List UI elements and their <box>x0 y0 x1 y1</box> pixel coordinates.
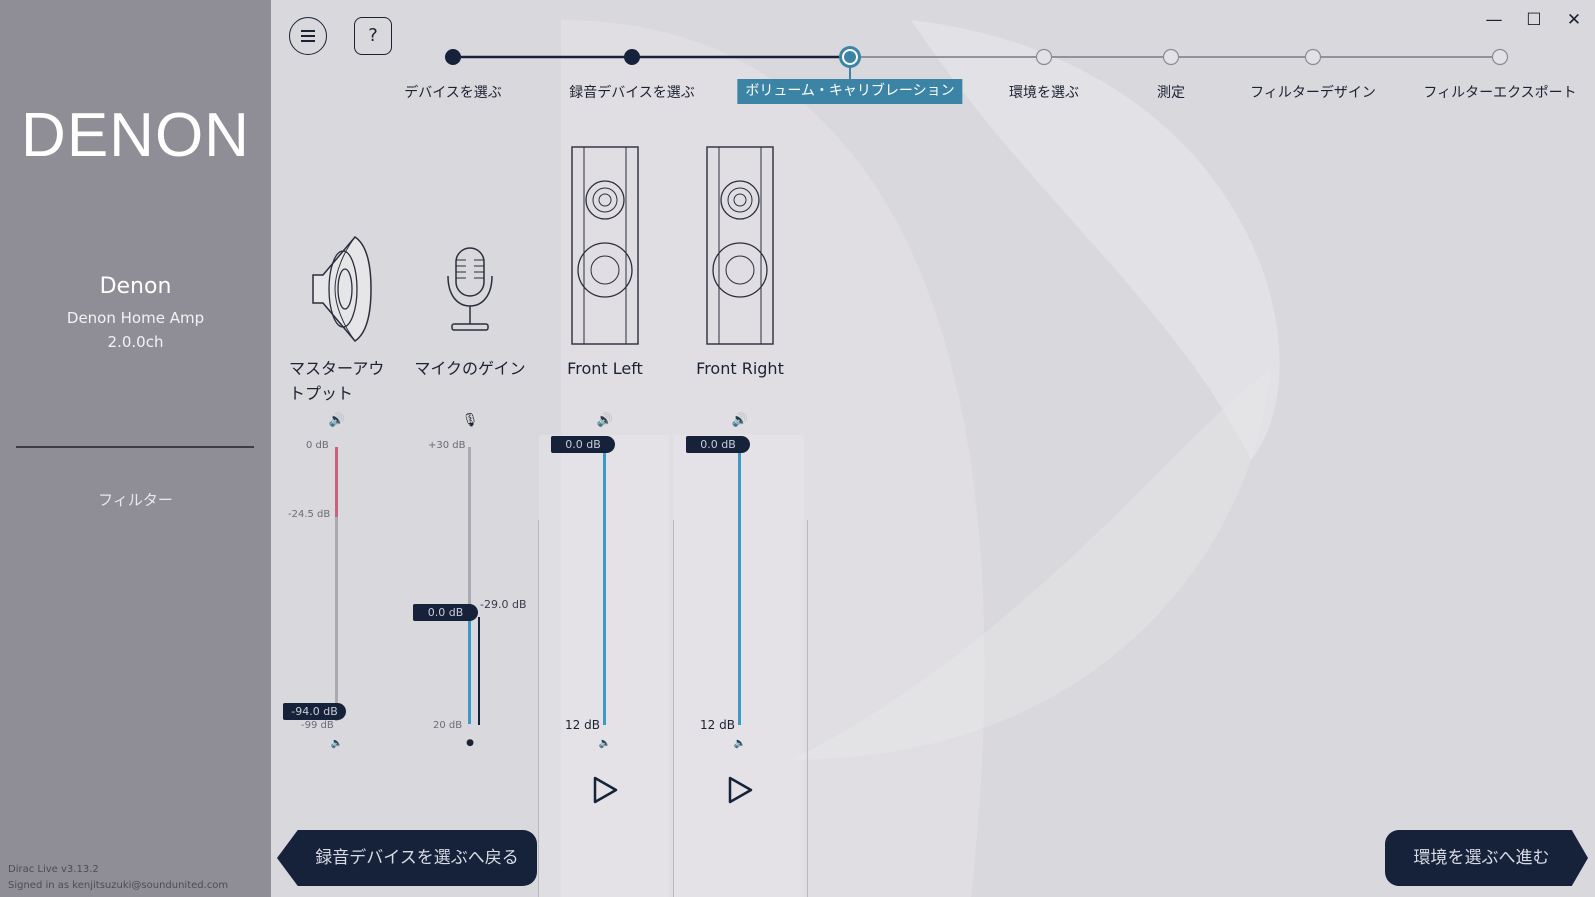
panel-divider <box>673 520 674 897</box>
device-channels: 2.0.0ch <box>107 333 164 351</box>
mic-slider-handle[interactable]: 0.0 dB <box>413 604 478 621</box>
mic-scale-bottom: 20 dB <box>433 720 463 731</box>
step-dot-1[interactable] <box>445 49 461 65</box>
front-right-label: Front Right <box>696 359 784 378</box>
master-slider-handle[interactable]: -94.0 dB <box>283 703 346 720</box>
progress-stepper <box>445 46 1509 80</box>
front-left-slider-handle[interactable]: 0.0 dB <box>551 436 615 453</box>
front-right-slider-handle[interactable]: 0.0 dB <box>686 436 750 453</box>
front-left-volume-icon: 🔊 <box>596 413 614 428</box>
step-dot-4 <box>1035 48 1053 66</box>
step-dot-6 <box>1304 48 1322 66</box>
step-label-measure: 測定 <box>1157 85 1185 101</box>
master-scale-mid: -24.5 dB <box>288 509 331 520</box>
device-name: Denon <box>99 274 172 299</box>
step-label-filter-export: フィルターエクスポート <box>1423 85 1577 101</box>
front-left-mute-icon: 🔈 <box>598 738 612 749</box>
mic-level-meter <box>478 617 480 725</box>
tower-speaker-left-icon <box>571 146 639 345</box>
master-volume-icon: 🔊 <box>328 413 346 428</box>
master-output-label: マスターアウトプット <box>289 359 385 403</box>
step-label-filter-design: フィルターデザイン <box>1250 85 1376 101</box>
front-right-play-button[interactable] <box>725 775 755 805</box>
panel-divider <box>807 520 808 897</box>
sidebar-item-filter[interactable]: フィルター <box>0 489 271 510</box>
front-left-scale-bottom: 12 dB <box>565 718 600 732</box>
panel-divider <box>538 520 539 897</box>
back-button[interactable]: 録音デバイスを選ぶへ戻る <box>277 830 537 886</box>
front-left-slider-fill[interactable] <box>603 447 606 725</box>
master-scale-top: 0 dB <box>306 440 329 451</box>
step-label-select-recording-device[interactable]: 録音デバイスを選ぶ <box>569 82 695 102</box>
mic-scale-top: +30 dB <box>428 440 466 451</box>
mic-slider-fill <box>468 612 471 724</box>
tower-speaker-right-icon <box>706 146 774 345</box>
step-label-select-environment: 環境を選ぶ <box>1009 85 1079 101</box>
front-left-play-button[interactable] <box>590 775 620 805</box>
denon-logo: DENON <box>21 101 250 170</box>
master-slider-track[interactable] <box>335 517 338 721</box>
front-right-volume-icon: 🔊 <box>731 413 749 428</box>
step-label-volume-calibration: ボリューム・キャリブレーション <box>737 79 963 104</box>
signed-in-user: Signed in as kenjitsuzuki@soundunited.co… <box>8 880 229 891</box>
front-right-mute-icon: 🔈 <box>733 738 747 749</box>
sidebar-divider <box>16 446 254 448</box>
master-mute-icon: 🔈 <box>330 738 344 749</box>
mic-small-bottom-icon: ● <box>466 738 474 748</box>
front-left-label: Front Left <box>567 359 643 378</box>
microphone-icon <box>447 247 493 331</box>
device-model: Denon Home Amp <box>66 309 205 327</box>
front-right-scale-bottom: 12 dB <box>700 718 735 732</box>
mic-small-icon: 🎙 <box>461 413 479 428</box>
sidebar: DENON Denon Denon Home Amp 2.0.0ch フィルター… <box>0 0 271 897</box>
mic-slider-track[interactable] <box>468 447 471 612</box>
step-label-select-device[interactable]: デバイスを選ぶ <box>404 82 502 102</box>
mic-gain-label: マイクのゲイン <box>414 359 526 378</box>
mic-level-readout: -29.0 dB <box>480 598 527 611</box>
app-version: Dirac Live v3.13.2 <box>8 864 99 875</box>
step-dot-5 <box>1162 48 1180 66</box>
master-scale-bottom: -99 dB <box>301 720 334 731</box>
step-dot-2[interactable] <box>624 49 640 65</box>
next-button[interactable]: 環境を選ぶへ進む <box>1385 830 1588 886</box>
step-dot-7 <box>1491 48 1509 66</box>
master-level-bar <box>335 447 338 517</box>
front-right-slider-fill[interactable] <box>738 447 741 725</box>
speaker-cone-icon <box>312 236 372 342</box>
